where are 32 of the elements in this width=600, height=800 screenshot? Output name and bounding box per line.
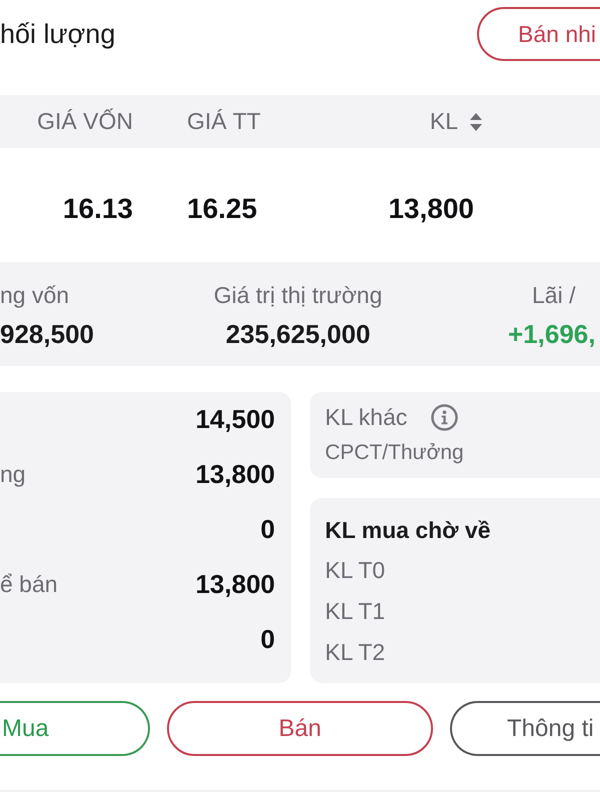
holding-value: 0 [260,624,275,655]
table-cell: 16.25 [187,193,258,225]
summary-value: +1,696, [508,319,596,349]
bulk-sell-button[interactable]: Bán nhi [477,7,600,61]
card-title: KL mua chờ về [325,516,490,545]
column-header: GIÁ TT [187,108,261,135]
sort-icon[interactable] [470,112,482,130]
buy-button[interactable]: Mua [0,701,150,756]
info-button[interactable]: Thông ti [450,701,600,756]
summary-value: 928,500 [0,319,94,349]
table-cell: 13,800 [388,193,474,225]
summary-label: ng vốn [0,281,70,310]
column-header: KL [430,108,458,135]
holding-value: 13,800 [195,569,275,600]
holding-label: ng [0,461,26,488]
summary-value: 235,625,000 [226,319,370,349]
column-header: GIÁ VỐN [37,108,133,135]
section-title: hối lượng [0,18,116,50]
table-cell: 16.13 [62,193,133,225]
holding-value: 0 [260,514,275,545]
card-item-label: KL T0 [325,556,386,585]
card-item-label: KL T2 [325,638,386,667]
holding-value: 13,800 [195,459,275,490]
card-title: KL khác [325,404,408,431]
card-item-label: KL T1 [325,597,386,626]
card-item-label: CPCT/Thưởng [325,440,464,466]
info-icon[interactable] [431,404,458,431]
sell-button[interactable]: Bán [167,701,433,756]
summary-label: Giá trị thị trường [214,281,382,310]
holding-label: ể bán [0,571,58,598]
summary-label: Lãi / [532,281,576,310]
holding-value: 14,500 [195,404,275,435]
